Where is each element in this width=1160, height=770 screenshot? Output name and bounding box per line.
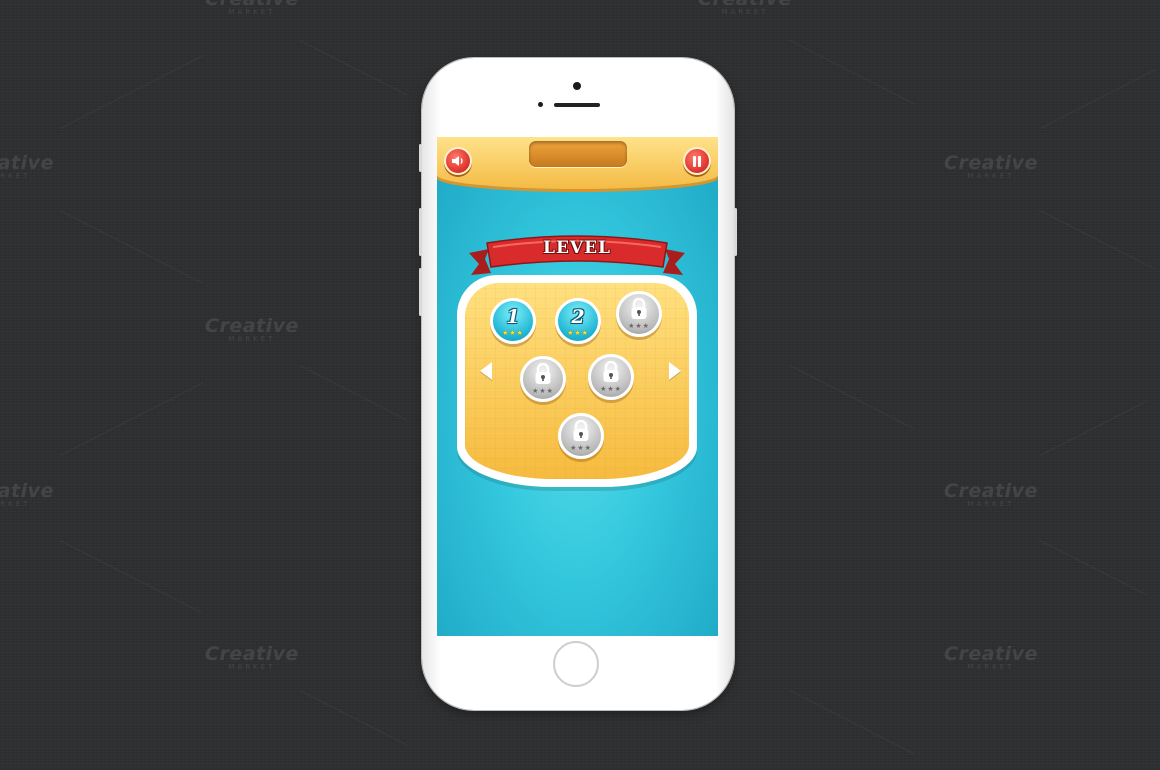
front-camera bbox=[573, 82, 581, 90]
power-button bbox=[734, 208, 737, 256]
level-number: 1 bbox=[506, 306, 520, 328]
watermark-line bbox=[1040, 68, 1157, 129]
sensor-dot bbox=[538, 102, 543, 107]
pause-icon bbox=[692, 152, 702, 171]
watermark-line bbox=[60, 55, 204, 129]
home-button[interactable] bbox=[553, 641, 599, 687]
arrow-right-icon[interactable] bbox=[669, 362, 681, 380]
padlock-icon bbox=[534, 362, 552, 389]
watermark-line bbox=[299, 40, 407, 96]
level-5-locked-button[interactable]: ★★★ bbox=[588, 354, 634, 400]
level-4-locked-button[interactable]: ★★★ bbox=[520, 356, 566, 402]
watermark-line bbox=[789, 365, 915, 430]
watermark: CreativeMARKET bbox=[944, 480, 1038, 508]
watermark-line bbox=[1039, 210, 1156, 270]
watermark: CreativeMARKET bbox=[0, 480, 54, 508]
watermark: CreativeMARKET bbox=[0, 152, 54, 180]
watermark: CreativeMARKET bbox=[205, 0, 298, 16]
mute-switch bbox=[419, 144, 422, 172]
watermark-line bbox=[59, 540, 203, 614]
level-title: LEVEL bbox=[542, 238, 611, 258]
watermark-line bbox=[60, 382, 204, 456]
level-stars: ★★★ bbox=[567, 329, 589, 337]
level-stars: ★★★ bbox=[502, 329, 524, 337]
volume-down-button bbox=[419, 268, 422, 316]
watermark: CreativeMARKET bbox=[698, 0, 791, 16]
level-6-locked-button[interactable]: ★★★ bbox=[558, 413, 604, 459]
level-2-button[interactable]: 2 ★★★ bbox=[555, 298, 601, 344]
watermark-line bbox=[789, 40, 915, 105]
padlock-icon bbox=[602, 360, 620, 387]
title-slot bbox=[529, 141, 627, 167]
volume-up-button bbox=[419, 208, 422, 256]
game-screen: LEVEL 1 ★★★ 2 ★★★ ★★★ ★★★ ★★★ ★★★ bbox=[437, 137, 718, 636]
pause-button[interactable] bbox=[683, 147, 711, 175]
padlock-icon bbox=[572, 419, 590, 446]
watermark-line bbox=[299, 365, 407, 421]
level-stars: ★★★ bbox=[570, 444, 592, 452]
watermark: CreativeMARKET bbox=[944, 643, 1038, 671]
earpiece-speaker bbox=[554, 103, 600, 107]
level-number: 2 bbox=[571, 306, 585, 328]
sound-button[interactable] bbox=[444, 147, 472, 175]
watermark: CreativeMARKET bbox=[205, 643, 299, 671]
level-3-locked-button[interactable]: ★★★ bbox=[616, 291, 662, 337]
speaker-icon bbox=[451, 152, 465, 171]
level-stars: ★★★ bbox=[628, 322, 650, 330]
level-1-button[interactable]: 1 ★★★ bbox=[490, 298, 536, 344]
watermark: CreativeMARKET bbox=[944, 152, 1038, 180]
level-stars: ★★★ bbox=[532, 387, 554, 395]
watermark-line bbox=[1039, 540, 1147, 596]
level-stars: ★★★ bbox=[600, 385, 622, 393]
watermark-line bbox=[789, 690, 915, 755]
top-bar bbox=[437, 137, 718, 189]
watermark-line bbox=[1040, 400, 1148, 456]
watermark-line bbox=[299, 690, 407, 746]
phone-mockup: LEVEL 1 ★★★ 2 ★★★ ★★★ ★★★ ★★★ ★★★ bbox=[419, 58, 737, 710]
watermark: CreativeMARKET bbox=[205, 315, 299, 343]
padlock-icon bbox=[630, 297, 648, 324]
arrow-left-icon[interactable] bbox=[480, 362, 492, 380]
watermark-line bbox=[59, 210, 203, 284]
